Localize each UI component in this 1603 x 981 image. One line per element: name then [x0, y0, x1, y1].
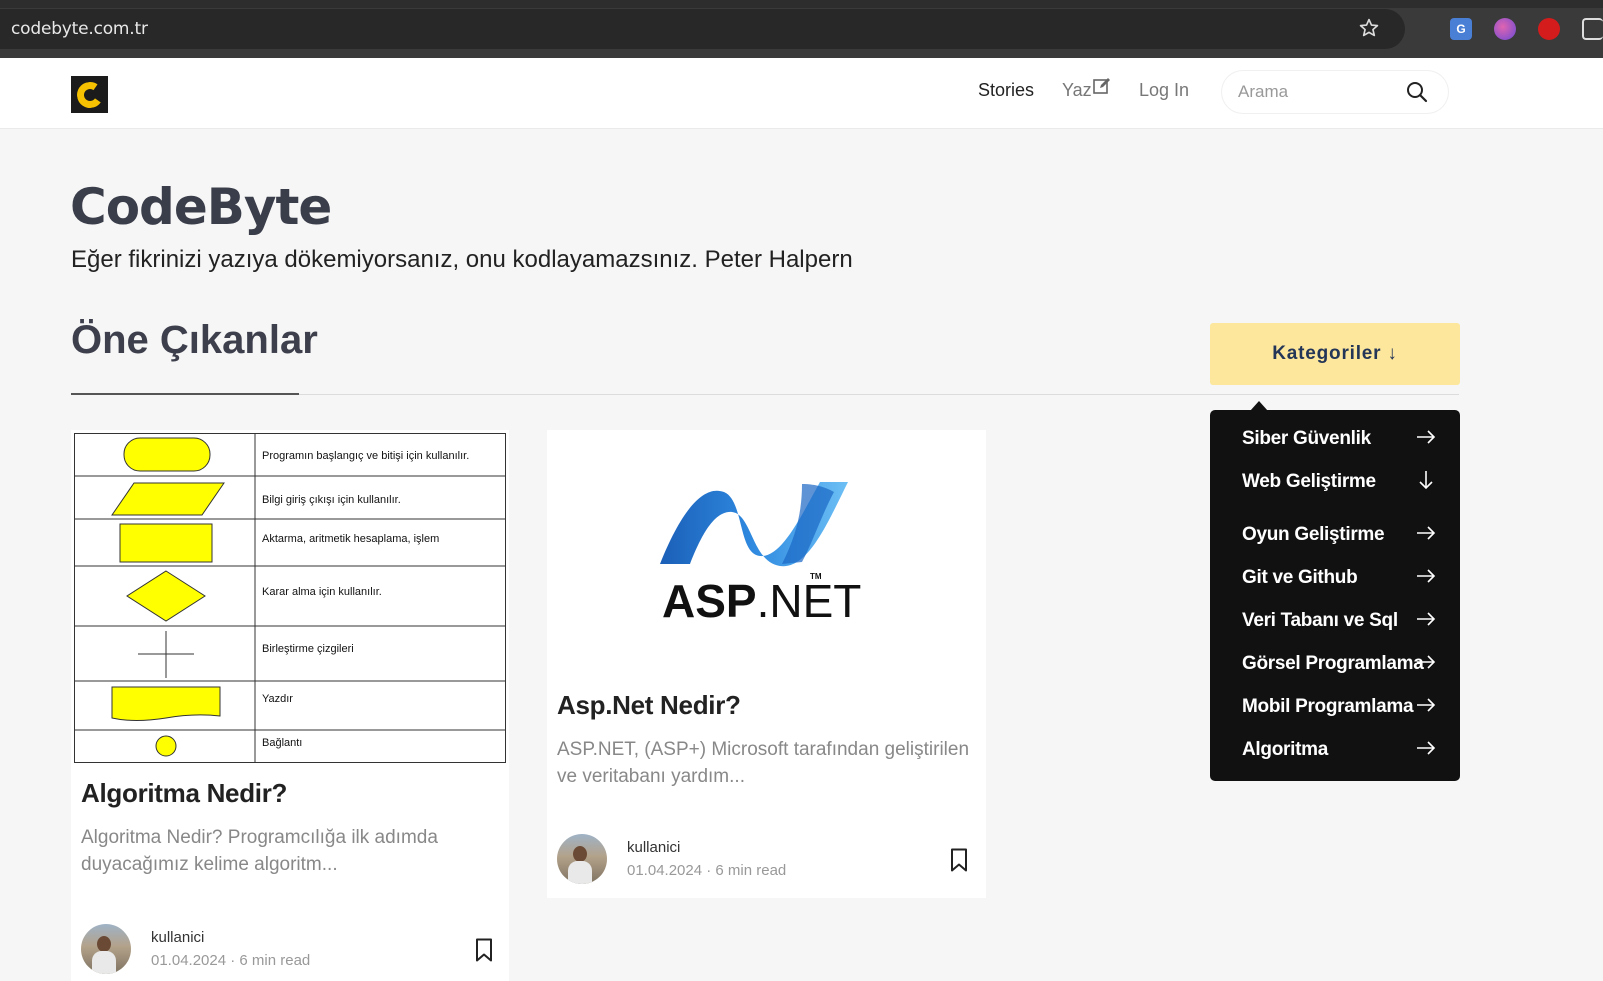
hand-icon[interactable]: [1538, 18, 1560, 40]
flowchart-row-text: Aktarma, aritmetik hesaplama, işlem: [262, 533, 439, 545]
site-header: Stories Yaz Log In: [0, 58, 1603, 129]
flowchart-row-text: Bilgi giriş çıkışı için kullanılır.: [262, 494, 401, 506]
nav-yaz-label: Yaz: [1062, 80, 1092, 100]
flowchart-image: Programın başlangıç ve bitişi için kulla…: [74, 433, 506, 763]
search-icon[interactable]: [1406, 81, 1428, 103]
tab-strip: [0, 0, 1603, 8]
nav-yaz-link[interactable]: Yaz: [1062, 78, 1112, 101]
bookmark-icon[interactable]: [475, 938, 493, 962]
nav-stories-link[interactable]: Stories: [978, 80, 1034, 101]
avatar[interactable]: [81, 924, 131, 974]
section-title: Öne Çıkanlar: [71, 318, 318, 362]
translate-icon[interactable]: G: [1450, 18, 1472, 40]
flowchart-row-text: Programın başlangıç ve bitişi için kulla…: [262, 450, 469, 462]
post-card[interactable]: Programın başlangıç ve bitişi için kulla…: [71, 430, 509, 981]
category-item-veri-tabani[interactable]: Veri Tabanı ve Sql: [1210, 599, 1460, 642]
browser-toolbar: codebyte.com.tr G: [0, 0, 1603, 58]
category-item-mobil-programlama[interactable]: Mobil Programlama: [1210, 685, 1460, 728]
arrow-right-icon: [1417, 526, 1436, 540]
arrow-right-icon: [1417, 569, 1436, 583]
post-meta: 01.04.2024 · 6 min read: [151, 952, 311, 969]
category-item-git-ve-github[interactable]: Git ve Github: [1210, 556, 1460, 599]
nav-login-link[interactable]: Log In: [1139, 80, 1189, 101]
avatar[interactable]: [557, 834, 607, 884]
category-label: Mobil Programlama: [1242, 695, 1414, 717]
post-title[interactable]: Algoritma Nedir?: [81, 778, 287, 809]
category-item-algoritma[interactable]: Algoritma: [1210, 728, 1460, 771]
search-box: [1222, 71, 1448, 113]
category-item-siber-guvenlik[interactable]: Siber Güvenlik: [1210, 417, 1460, 460]
author-name[interactable]: kullanici: [151, 929, 204, 946]
post-card[interactable]: TM ASP.NET Asp.Net Nedir? ASP.NET, (ASP+…: [547, 430, 986, 898]
address-bar[interactable]: codebyte.com.tr: [0, 9, 1405, 49]
star-icon[interactable]: [1358, 17, 1380, 39]
arrow-right-icon: [1417, 741, 1436, 755]
category-item-web-gelistirme[interactable]: Web Geliştirme: [1210, 460, 1460, 503]
aspnet-logo-bold: ASP: [662, 575, 757, 624]
flowchart-row-text: Bağlantı: [262, 737, 302, 749]
category-label: Siber Güvenlik: [1242, 427, 1371, 449]
category-label: Oyun Geliştirme: [1242, 523, 1385, 545]
section-divider-accent: [71, 393, 299, 395]
category-label: Algoritma: [1242, 738, 1328, 760]
post-meta: 01.04.2024 · 6 min read: [627, 862, 787, 879]
categories-dropdown: Siber Güvenlik Web Geliştirme Oyun Geliş…: [1210, 401, 1460, 781]
post-excerpt-line-1: Algoritma Nedir? Programcılığa ilk adımd…: [81, 827, 438, 848]
address-url[interactable]: codebyte.com.tr: [11, 19, 148, 39]
bookmark-icon[interactable]: [950, 848, 968, 872]
edit-icon: [1092, 78, 1110, 94]
category-item-oyun-gelistirme[interactable]: Oyun Geliştirme: [1210, 513, 1460, 556]
categories-button[interactable]: Kategoriler ↓: [1210, 323, 1460, 385]
arrow-right-icon: [1417, 430, 1436, 444]
post-excerpt-line-1: ASP.NET, (ASP+) Microsoft tarafından gel…: [557, 739, 970, 760]
aspnet-logo-image: TM ASP.NET: [660, 482, 861, 624]
aspnet-logo-light: .NET: [757, 575, 862, 624]
search-input[interactable]: [1238, 82, 1408, 102]
post-excerpt-line-2: duyacağımız kelime algoritm...: [81, 854, 338, 875]
brand-title: CodeByte: [70, 178, 332, 236]
svg-text:ASP.NET: ASP.NET: [662, 575, 861, 624]
flowchart-row-text: Birleştirme çizgileri: [262, 643, 354, 655]
flowchart-row-text: Karar alma için kullanılır.: [262, 586, 382, 598]
logo-c-icon: [74, 79, 105, 110]
author-name[interactable]: kullanici: [627, 839, 680, 856]
arrow-right-icon: [1417, 698, 1436, 712]
arrow-right-icon: [1417, 612, 1436, 626]
category-label: Görsel Programlama: [1242, 652, 1424, 674]
flowchart-row-text: Yazdır: [262, 693, 293, 705]
category-label: Veri Tabanı ve Sql: [1242, 609, 1398, 631]
arrow-right-icon: [1417, 655, 1436, 669]
puzzle-icon[interactable]: [1582, 18, 1603, 40]
site-logo[interactable]: [71, 76, 108, 113]
brain-icon[interactable]: [1494, 18, 1516, 40]
post-title[interactable]: Asp.Net Nedir?: [557, 690, 741, 721]
category-label: Web Geliştirme: [1242, 470, 1376, 492]
category-item-gorsel-programlama[interactable]: Görsel Programlama: [1210, 642, 1460, 685]
post-excerpt-line-2: ve veritabanı yardım...: [557, 766, 745, 787]
hero-quote: Eğer fikrinizi yazıya dökemiyorsanız, on…: [71, 246, 853, 273]
category-label: Git ve Github: [1242, 566, 1358, 588]
arrow-down-icon: [1419, 471, 1433, 490]
